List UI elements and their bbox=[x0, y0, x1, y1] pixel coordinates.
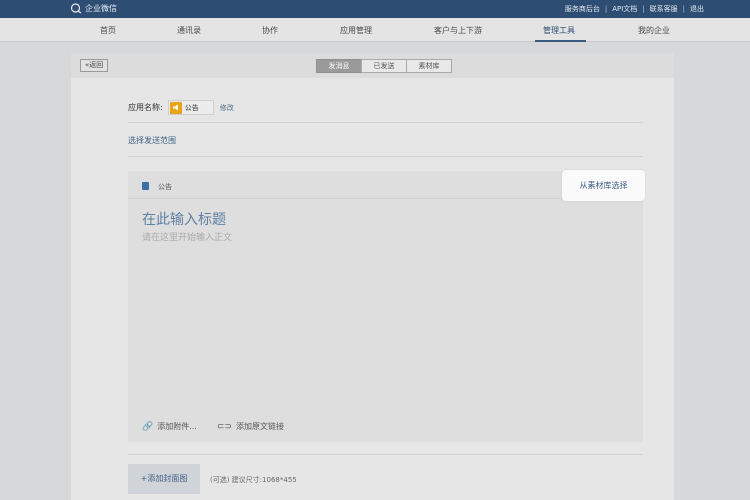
add-attachment-link[interactable]: 添加附件... bbox=[157, 421, 197, 432]
message-type-label: 公告 bbox=[158, 183, 172, 191]
app-name-row: 应用名称: 公告 修改 bbox=[128, 100, 234, 115]
editor-footer: 🔗 添加附件... ⊂⊃ 添加原文链接 bbox=[142, 421, 284, 432]
brand-name: 企业微信 bbox=[85, 4, 117, 13]
nav-my-company[interactable]: 我的企业 bbox=[638, 25, 670, 36]
divider bbox=[128, 122, 643, 123]
brand[interactable]: 企业微信 bbox=[70, 3, 117, 14]
modify-app-link[interactable]: 修改 bbox=[220, 103, 234, 113]
message-editor: 公告 从素材库选择 在此输入标题 请在这里开始输入正文 🔗 添加附件... ⊂⊃… bbox=[128, 170, 645, 442]
editor-header: 公告 从素材库选择 bbox=[128, 170, 645, 201]
nav-home[interactable]: 首页 bbox=[100, 25, 116, 36]
add-source-link[interactable]: 添加原文链接 bbox=[236, 421, 284, 432]
nav-management-tools[interactable]: 管理工具 bbox=[543, 25, 575, 36]
link-separator: | bbox=[642, 5, 645, 13]
link-icon: ⊂⊃ bbox=[216, 421, 232, 432]
compose-panel: «返回 发消息 已发送 素材库 应用名称: 公告 修改 选择发送范围 公告 从素… bbox=[71, 53, 674, 500]
message-tabs: 发消息 已发送 素材库 bbox=[316, 59, 452, 73]
link-contact-support[interactable]: 联系客服 bbox=[650, 4, 678, 14]
link-provider-admin[interactable]: 服务商后台 bbox=[565, 4, 600, 14]
divider bbox=[128, 156, 643, 157]
top-links: 服务商后台 | API文档 | 联系客服 | 退出 bbox=[565, 4, 704, 14]
megaphone-icon bbox=[169, 101, 182, 114]
back-button[interactable]: «返回 bbox=[80, 59, 109, 72]
link-api-docs[interactable]: API文档 bbox=[612, 4, 637, 14]
select-from-library-button[interactable]: 从素材库选择 bbox=[562, 170, 645, 201]
app-chip: 公告 bbox=[167, 100, 214, 115]
tab-send-message[interactable]: 发消息 bbox=[316, 59, 362, 73]
title-input[interactable]: 在此输入标题 bbox=[142, 209, 226, 229]
link-separator: | bbox=[604, 5, 608, 13]
divider bbox=[128, 454, 643, 455]
link-separator: | bbox=[682, 5, 685, 13]
body-input[interactable]: 请在这里开始输入正文 bbox=[142, 230, 232, 243]
app-name-label: 应用名称: bbox=[128, 103, 163, 112]
back-label: 返回 bbox=[89, 61, 104, 69]
tab-sent[interactable]: 已发送 bbox=[361, 59, 407, 73]
nav-customers[interactable]: 客户与上下游 bbox=[434, 25, 482, 36]
select-scope-link[interactable]: 选择发送范围 bbox=[128, 135, 176, 146]
add-cover-image-button[interactable]: +添加封面图 bbox=[128, 464, 200, 494]
paperclip-icon: 🔗 bbox=[142, 421, 154, 432]
tab-material-library[interactable]: 素材库 bbox=[406, 59, 452, 73]
wecom-logo-icon bbox=[70, 3, 82, 14]
panel-toolbar: «返回 发消息 已发送 素材库 bbox=[71, 53, 674, 78]
cover-size-hint: (可选) 建议尺寸:1068*455 bbox=[210, 476, 297, 484]
nav-active-indicator bbox=[535, 40, 586, 42]
nav-collaboration[interactable]: 协作 bbox=[262, 25, 278, 36]
link-logout[interactable]: 退出 bbox=[690, 4, 704, 14]
main-nav: 首页 通讯录 协作 应用管理 客户与上下游 管理工具 我的企业 bbox=[0, 18, 750, 42]
nav-app-management[interactable]: 应用管理 bbox=[340, 25, 372, 36]
document-icon bbox=[142, 182, 149, 190]
nav-contacts[interactable]: 通讯录 bbox=[177, 25, 201, 36]
app-name: 公告 bbox=[184, 103, 199, 112]
top-bar: 企业微信 服务商后台 | API文档 | 联系客服 | 退出 bbox=[0, 0, 750, 18]
